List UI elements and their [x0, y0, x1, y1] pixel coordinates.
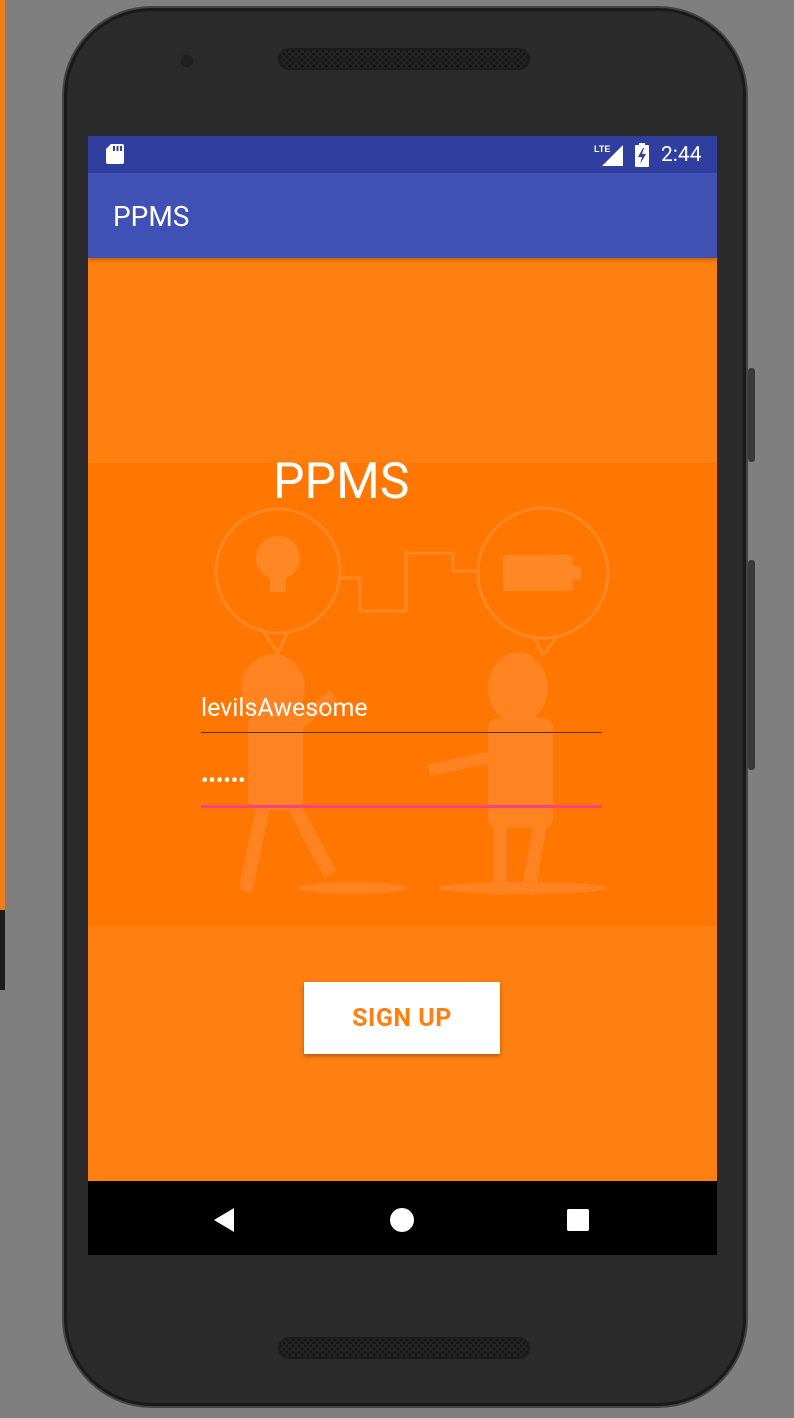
battery-charging-icon — [635, 143, 649, 167]
sign-up-button[interactable]: SIGN UP — [304, 982, 500, 1054]
username-value[interactable]: levilsAwesome — [201, 693, 602, 725]
navigation-bar — [88, 1181, 717, 1255]
username-field[interactable]: levilsAwesome — [201, 693, 602, 733]
sd-card-icon — [106, 144, 124, 164]
home-icon[interactable] — [385, 1203, 419, 1237]
status-clock: 2:44 — [661, 143, 702, 167]
lte-signal-icon: LTE — [594, 144, 623, 166]
front-camera-icon — [177, 51, 197, 71]
volume-button[interactable] — [748, 560, 755, 770]
app-bar-title: PPMS — [113, 200, 190, 233]
username-underline — [201, 732, 602, 733]
app-bar: PPMS — [88, 173, 717, 258]
background-strip — [0, 0, 5, 910]
background-strip-dark — [0, 910, 5, 990]
password-value[interactable]: •••••• — [201, 766, 602, 798]
power-button[interactable] — [748, 368, 755, 462]
bottom-speaker-grille — [278, 1337, 530, 1359]
top-speaker-grille — [278, 48, 530, 70]
status-bar: LTE 2:44 — [88, 136, 717, 173]
password-underline-focused — [201, 805, 602, 808]
device-screen: LTE 2:44 PPMS PPMS levilsAwesome •••••• … — [88, 136, 717, 1255]
lte-label: LTE — [594, 144, 610, 154]
recents-icon[interactable] — [561, 1203, 595, 1237]
page-heading: PPMS — [273, 453, 410, 511]
password-field[interactable]: •••••• — [201, 766, 602, 808]
back-icon[interactable] — [208, 1203, 242, 1237]
